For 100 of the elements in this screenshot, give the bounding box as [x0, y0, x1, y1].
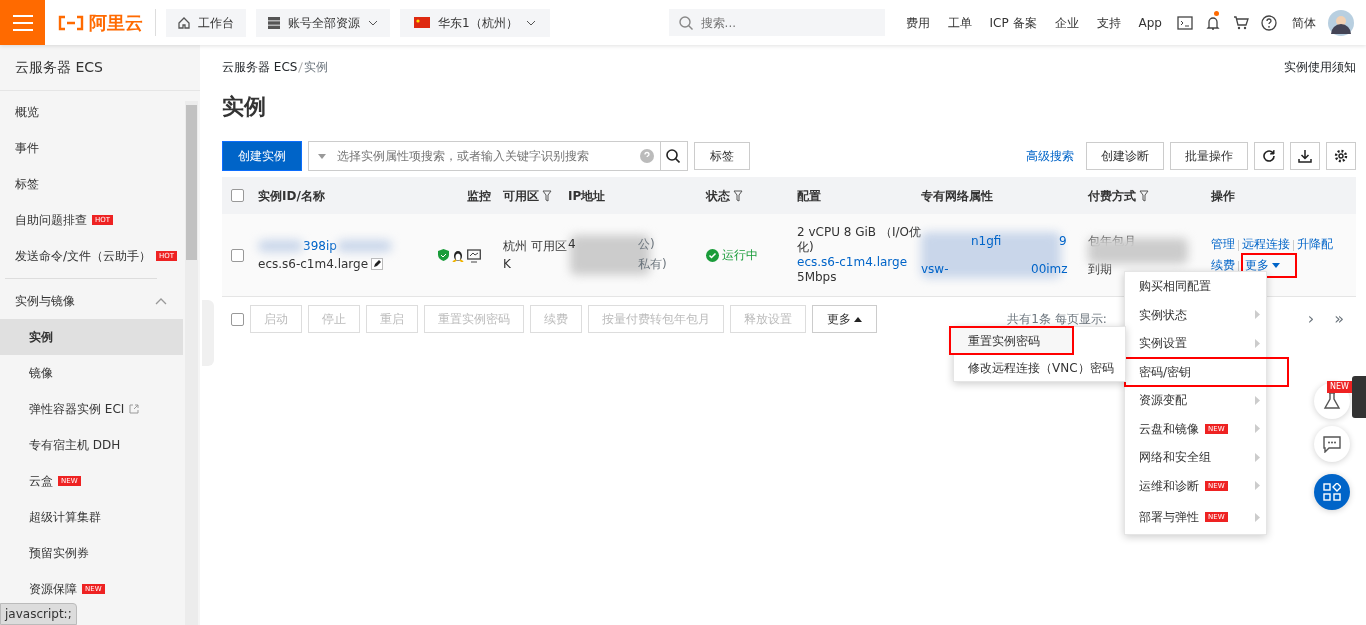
- external-link-icon: [129, 404, 140, 414]
- instance-id-link[interactable]: 398ip: [303, 237, 337, 255]
- column-header: 付费方式: [1088, 187, 1136, 205]
- server-icon: [268, 16, 280, 29]
- menu-button[interactable]: [0, 0, 45, 45]
- terminal-icon[interactable]: [1177, 15, 1193, 31]
- nav-link[interactable]: 支持: [1087, 13, 1130, 32]
- caret-icon: [318, 153, 326, 159]
- row-checkbox[interactable]: [231, 248, 244, 262]
- chevron-right-icon: [1255, 395, 1260, 405]
- monitor-icon[interactable]: [467, 248, 481, 263]
- apps-button[interactable]: [1314, 474, 1350, 510]
- column-header: 实例ID/名称: [258, 187, 325, 205]
- nav-link[interactable]: 企业: [1045, 13, 1088, 32]
- create-button[interactable]: 创建实例: [222, 141, 302, 171]
- chat-button[interactable]: [1314, 426, 1350, 462]
- column-header: 操作: [1211, 187, 1235, 205]
- settings-button[interactable]: [1326, 142, 1356, 170]
- sidebar-group[interactable]: 实例与镜像: [0, 283, 183, 319]
- meter-widget: [1352, 376, 1366, 418]
- sidebar-item[interactable]: 弹性容器实例 ECI: [0, 391, 183, 427]
- notice-link[interactable]: 实例使用须知: [1284, 58, 1356, 76]
- next-page-link[interactable]: ›: [1307, 307, 1315, 331]
- zone-text: 杭州 可用区K: [503, 238, 568, 273]
- help-icon: [640, 149, 654, 163]
- more-button[interactable]: 更多: [812, 305, 877, 333]
- sidebar-item[interactable]: 专有宿主机 DDH: [0, 427, 183, 463]
- sidebar-item[interactable]: 概览: [0, 94, 183, 130]
- diagnose-button[interactable]: 创建诊断: [1086, 142, 1164, 170]
- ip-text: 公): [638, 236, 655, 253]
- redacted-area: [258, 240, 303, 252]
- sidebar-item[interactable]: 事件: [0, 130, 183, 166]
- filter-icon[interactable]: [542, 189, 552, 202]
- chevron-right-icon: [1255, 512, 1260, 522]
- menu-item[interactable]: 资源变配: [1125, 386, 1266, 415]
- menu-icon: [12, 14, 33, 31]
- action-link[interactable]: 远程连接: [1242, 237, 1290, 252]
- caret-icon: [368, 19, 378, 26]
- refresh-button[interactable]: [1254, 142, 1284, 170]
- select-all-checkbox[interactable]: [231, 312, 244, 326]
- sidebar-item[interactable]: 超级计算集群: [0, 499, 183, 535]
- nav-link[interactable]: 费用: [896, 13, 939, 32]
- apps-icon: [1323, 483, 1341, 501]
- action-link[interactable]: 升降配: [1297, 237, 1333, 252]
- menu-item[interactable]: 网络和安全组: [1125, 443, 1266, 472]
- region-dropdown[interactable]: 华东1（杭州）: [400, 8, 550, 37]
- lab-button[interactable]: NEW: [1314, 383, 1350, 419]
- vpc-link[interactable]: 00imz: [1031, 260, 1068, 278]
- nav-link[interactable]: App: [1129, 13, 1171, 32]
- bell-icon[interactable]: [1205, 15, 1221, 31]
- sidebar-item[interactable]: 实例: [0, 319, 183, 355]
- search-field[interactable]: 选择实例属性项搜索，或者输入关键字识别搜索: [308, 141, 661, 171]
- pagination-text: 共有1条 每页显示:: [1007, 311, 1107, 328]
- advanced-search-link[interactable]: 高级搜索: [1026, 147, 1074, 165]
- tags-button[interactable]: 标签: [694, 142, 750, 170]
- cart-icon[interactable]: [1233, 15, 1249, 31]
- download-button[interactable]: [1290, 142, 1320, 170]
- header-checkbox[interactable]: [231, 189, 244, 202]
- column-header: 专有网络属性: [921, 187, 993, 205]
- column-header: IP地址: [568, 187, 606, 205]
- config-type-link[interactable]: ecs.s6-c1m4.large: [797, 255, 921, 270]
- check-circle-icon: [706, 248, 719, 262]
- batch-button[interactable]: 批量操作: [1170, 142, 1248, 170]
- breadcrumb-link[interactable]: 实例: [304, 58, 329, 76]
- sidebar-item[interactable]: 镜像: [0, 355, 183, 391]
- language-link[interactable]: 简体: [1283, 13, 1325, 32]
- sidebar-item[interactable]: 标签: [0, 166, 183, 202]
- vpc-link[interactable]: 9: [1059, 232, 1067, 250]
- avatar-icon[interactable]: [1328, 9, 1354, 36]
- search-field[interactable]: 搜索...: [668, 9, 885, 36]
- settings-icon: [1334, 149, 1348, 163]
- penguin-icon: [452, 248, 464, 262]
- instance-type: ecs.s6-c1m4.large: [258, 256, 369, 273]
- config-text: 5Mbps: [797, 270, 838, 285]
- menu-item[interactable]: 修改远程连接（VNC）密码: [954, 354, 1125, 381]
- vpc-link[interactable]: vsw-: [921, 260, 949, 278]
- action-link[interactable]: 续费: [1211, 258, 1235, 273]
- caret-up-icon: [854, 316, 862, 322]
- workbench-button[interactable]: 工作台: [166, 8, 246, 37]
- resources-dropdown[interactable]: 账号全部资源: [256, 8, 390, 37]
- vpc-link[interactable]: n1gfi: [971, 232, 1002, 250]
- logo-text: 阿里云: [89, 11, 143, 35]
- action-link[interactable]: 管理: [1211, 237, 1235, 252]
- column-header: 配置: [797, 187, 821, 205]
- page-title: 实例: [222, 93, 267, 121]
- last-page-link[interactable]: »: [1334, 307, 1344, 331]
- filter-icon[interactable]: [733, 189, 743, 202]
- nav-link[interactable]: ICP 备案: [980, 13, 1046, 32]
- menu-item[interactable]: 实例状态: [1125, 300, 1266, 329]
- chat-icon: [1323, 435, 1341, 453]
- nav-link[interactable]: 工单: [938, 13, 981, 32]
- sidebar-item[interactable]: 预留实例券: [0, 535, 183, 571]
- payment-text: 包年包月: [1088, 233, 1136, 250]
- menu-item[interactable]: 密码/密钥: [1125, 357, 1288, 386]
- breadcrumb-link[interactable]: 云服务器 ECS: [222, 58, 298, 76]
- menu-item[interactable]: 重置实例密码: [950, 327, 1073, 354]
- edit-icon[interactable]: [371, 258, 384, 270]
- menu-item[interactable]: 实例设置: [1125, 329, 1266, 358]
- help-icon[interactable]: [1261, 15, 1277, 31]
- filter-icon[interactable]: [1139, 189, 1149, 202]
